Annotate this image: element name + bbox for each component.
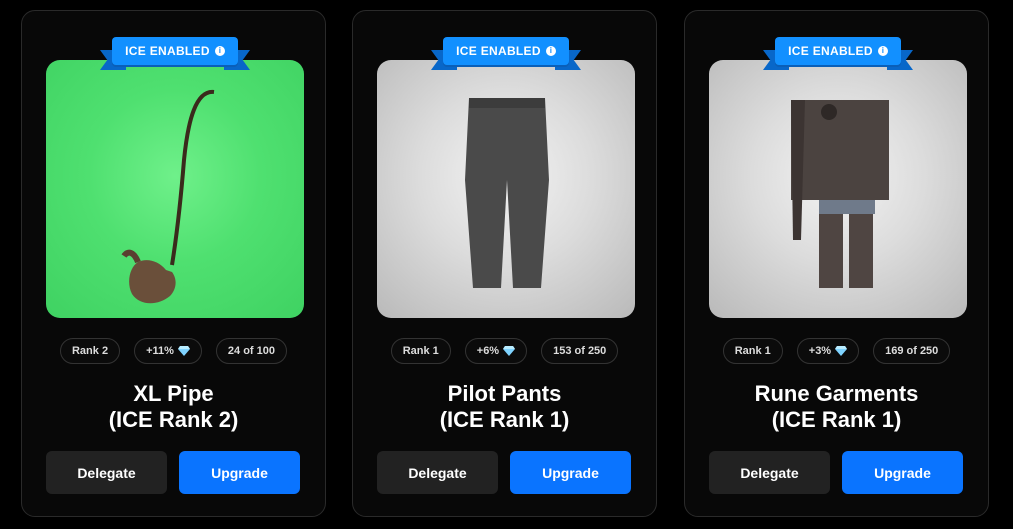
ribbon-label: ICE ENABLED [125, 44, 210, 58]
ice-enabled-ribbon: ICE ENABLED i [100, 37, 250, 71]
supply-chip: 169 of 250 [873, 338, 951, 364]
info-icon[interactable]: i [214, 46, 225, 56]
diamond-icon [503, 346, 516, 356]
wearable-card: ICE ENABLED i Rank 1 +3% 169 of 250 Rune… [684, 10, 989, 517]
upgrade-button[interactable]: Upgrade [510, 451, 631, 494]
rank-chip: Rank 1 [722, 338, 783, 364]
supply-chip: 153 of 250 [541, 338, 619, 364]
bonus-chip: +3% [796, 338, 860, 364]
diamond-icon [835, 346, 848, 356]
stats-chips: Rank 2 +11% 24 of 100 [22, 338, 325, 364]
wearable-card: ICE ENABLED i Rank 1 +6% 153 of 250 Pilo… [352, 10, 657, 517]
supply-chip: 24 of 100 [215, 338, 287, 364]
bonus-chip: +6% [464, 338, 528, 364]
item-title: XL Pipe (ICE Rank 2) [108, 381, 239, 432]
stats-chips: Rank 1 +3% 169 of 250 [685, 338, 988, 364]
bonus-chip: +11% [134, 338, 202, 364]
delegate-button[interactable]: Delegate [709, 451, 830, 494]
ice-enabled-ribbon: ICE ENABLED i [763, 37, 913, 71]
info-icon[interactable]: i [545, 46, 556, 56]
item-title: Pilot Pants (ICE Rank 1) [439, 381, 570, 432]
info-icon[interactable]: i [877, 46, 888, 56]
upgrade-button[interactable]: Upgrade [842, 451, 963, 494]
ribbon-label: ICE ENABLED [456, 44, 541, 58]
item-title: Rune Garments (ICE Rank 1) [754, 381, 919, 432]
delegate-button[interactable]: Delegate [377, 451, 498, 494]
xl-pipe-image [46, 60, 304, 318]
rune-garments-image [709, 60, 967, 318]
ribbon-label: ICE ENABLED [788, 44, 873, 58]
pilot-pants-image [377, 60, 635, 318]
ice-enabled-ribbon: ICE ENABLED i [431, 37, 581, 71]
wearable-card: ICE ENABLED i Rank 2 +11% 24 of 100 XL P… [21, 10, 326, 517]
stats-chips: Rank 1 +6% 153 of 250 [353, 338, 656, 364]
rank-chip: Rank 1 [390, 338, 451, 364]
delegate-button[interactable]: Delegate [46, 451, 167, 494]
diamond-icon [177, 346, 190, 356]
upgrade-button[interactable]: Upgrade [179, 451, 300, 494]
rank-chip: Rank 2 [59, 338, 121, 364]
